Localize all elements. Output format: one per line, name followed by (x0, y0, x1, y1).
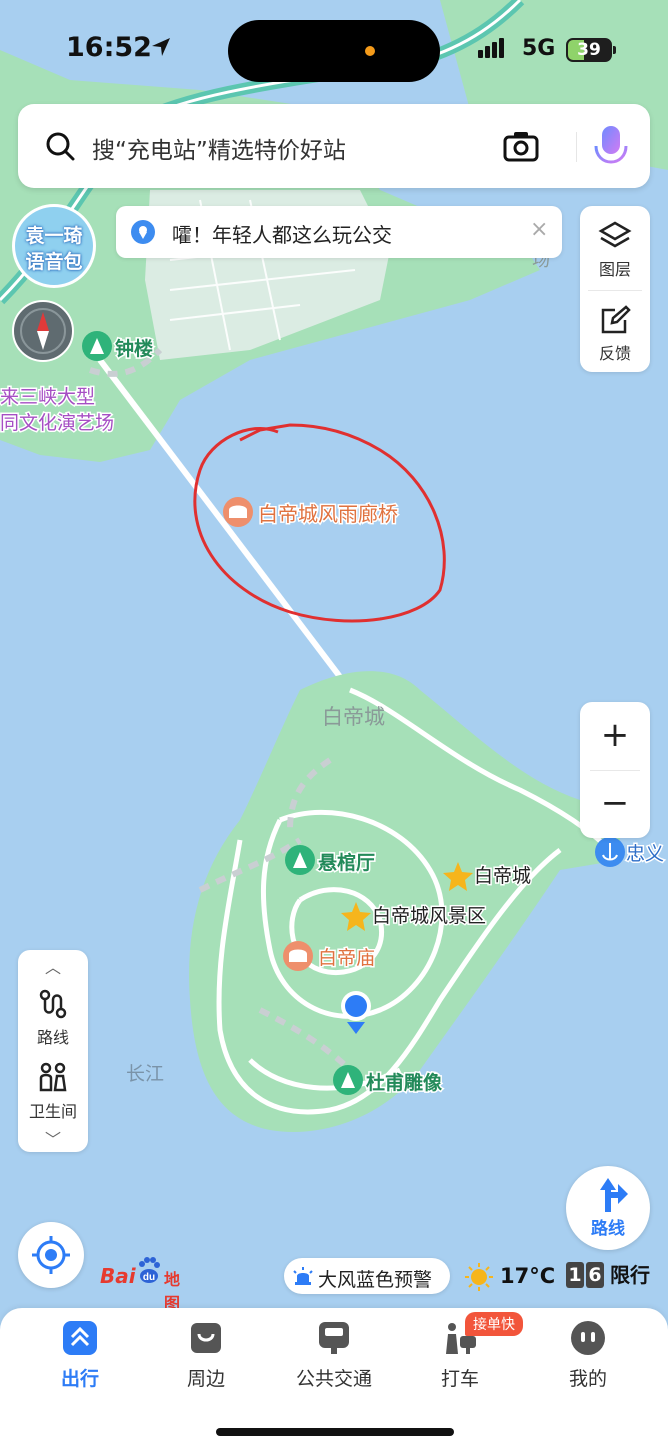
theatre-label-2: 同文化演艺场 (0, 412, 114, 434)
map-tools-panel: 图层 反馈 (580, 206, 650, 372)
baidi-city-label: 白帝城 (474, 865, 531, 887)
microphone-icon[interactable] (588, 122, 634, 172)
panel-divider (588, 290, 642, 291)
dynamic-island (228, 20, 440, 82)
toilet-tool-label: 卫生间 (28, 1102, 77, 1121)
search-bar[interactable]: 搜“充电站”精选特价好站 (18, 104, 650, 188)
restriction-label: 限行 (610, 1263, 650, 1287)
restriction-digit-1: 1 (566, 1262, 584, 1288)
route-icon (39, 989, 67, 1019)
feedback-icon (601, 305, 631, 334)
temple-poi-icon[interactable] (283, 941, 313, 971)
route-arrow-icon (600, 1178, 628, 1212)
battery-level: 39 (577, 40, 601, 60)
zoom-control: + − (580, 702, 650, 838)
alarm-light-icon (293, 1267, 313, 1285)
dufu-poi-icon[interactable] (333, 1065, 363, 1095)
tab-travel[interactable]: 出行 (25, 1320, 135, 1391)
river-label: 长江 (126, 1063, 164, 1085)
xuanguan-poi-icon[interactable] (285, 845, 315, 875)
sun-icon (465, 1263, 493, 1291)
bus-icon (319, 1322, 349, 1354)
crosshair-icon (32, 1236, 70, 1274)
travel-icon (63, 1321, 97, 1355)
voice-pack-label: 语音包 (25, 251, 83, 273)
feedback-button[interactable]: 反馈 (580, 304, 650, 364)
chevron-up-icon[interactable]: ︿ (18, 954, 88, 978)
voice-pack-badge[interactable]: 袁一琦 语音包 (12, 204, 96, 288)
toilet-icon (39, 1062, 67, 1092)
battery-icon: 39 (566, 38, 616, 62)
route-tool-label: 路线 (36, 1028, 69, 1047)
layers-icon (598, 221, 632, 248)
zoom-in-button[interactable]: + (580, 702, 650, 770)
status-bar: 16:52 5G 39 (0, 0, 668, 100)
bottom-tab-bar: 出行 周边 公共交通 打车 接单快 我的 (0, 1308, 668, 1448)
nearby-icon (191, 1323, 221, 1353)
tab-taxi[interactable]: 打车 接单快 (405, 1312, 523, 1391)
network-type: 5G (522, 36, 556, 61)
logo-bai-text: Bai (100, 1264, 136, 1288)
traffic-restriction[interactable]: 1 6 限行 (566, 1262, 650, 1292)
home-indicator (216, 1428, 454, 1436)
temperature: 17°C (500, 1264, 556, 1288)
close-icon[interactable]: × (530, 217, 548, 242)
bell-tower-label: 钟楼 (115, 337, 153, 360)
privacy-dot (365, 46, 375, 56)
cellular-signal-icon (478, 38, 506, 58)
warning-text: 大风蓝色预警 (318, 1269, 433, 1291)
tab-taxi-label: 打车 (440, 1368, 479, 1390)
compass-icon (20, 308, 66, 354)
weather-warning-chip[interactable]: 大风蓝色预警 (284, 1258, 450, 1294)
tab-travel-label: 出行 (60, 1368, 99, 1390)
profile-icon (571, 1321, 605, 1355)
taxi-badge: 接单快 (465, 1312, 523, 1336)
chevron-down-icon[interactable]: ﹀ (18, 1126, 88, 1150)
location-arrow-icon (152, 38, 170, 56)
location-pin-icon (131, 220, 155, 244)
bell-tower-poi-icon[interactable] (82, 331, 112, 361)
locate-me-button[interactable] (18, 1222, 84, 1288)
logo-map-text: 地图 (164, 1270, 181, 1313)
zoom-out-button[interactable]: − (580, 770, 650, 838)
zhongyi-label: 忠义 (626, 843, 664, 865)
search-input[interactable]: 搜“充电站”精选特价好站 (92, 131, 346, 165)
layers-button[interactable]: 图层 (580, 220, 650, 280)
dufu-label: 杜甫雕像 (366, 1071, 443, 1094)
feedback-label: 反馈 (598, 344, 631, 363)
toilet-tool-button[interactable]: 卫生间 (18, 1062, 88, 1122)
notice-text: 嚯！年轻人都这么玩公交 (172, 223, 392, 247)
restriction-digit-2: 6 (586, 1262, 604, 1288)
status-time: 16:52 (66, 32, 152, 63)
camera-icon[interactable] (502, 128, 540, 164)
tab-transit-label: 公共交通 (295, 1368, 372, 1390)
bridge-label: 白帝城风雨廊桥 (258, 502, 398, 526)
route-tool-button[interactable]: 路线 (18, 988, 88, 1048)
layers-label: 图层 (598, 260, 631, 279)
notice-banner[interactable]: 嚯！年轻人都这么玩公交 × (116, 206, 562, 258)
xuanguan-label: 悬棺厅 (318, 851, 375, 874)
compass-button[interactable] (12, 300, 74, 362)
paw-logo-icon: du (139, 1257, 160, 1283)
voice-pack-name: 袁一琦 (25, 225, 83, 247)
tab-transit[interactable]: 公共交通 (279, 1320, 389, 1391)
route-button-label: 路线 (591, 1219, 625, 1239)
bridge-poi-icon[interactable] (223, 497, 253, 527)
logo-du-text: du (143, 1272, 155, 1283)
search-divider (576, 132, 577, 162)
tab-nearby-label: 周边 (186, 1368, 225, 1390)
tab-profile[interactable]: 我的 (533, 1320, 643, 1391)
tab-profile-label: 我的 (568, 1368, 607, 1390)
route-button[interactable]: 路线 (566, 1166, 650, 1250)
zhongyi-anchor-icon[interactable] (595, 837, 625, 867)
search-icon (46, 132, 75, 161)
quick-tools-panel: ︿ 路线 卫生间 ﹀ (18, 950, 88, 1152)
tab-nearby[interactable]: 周边 (151, 1320, 261, 1391)
scenic-area-label: 白帝城风景区 (372, 905, 486, 927)
theatre-label-1: 来三峡大型 (0, 386, 95, 408)
baidi-area-label: 白帝城 (322, 705, 385, 729)
temple-label: 白帝庙 (318, 947, 375, 969)
